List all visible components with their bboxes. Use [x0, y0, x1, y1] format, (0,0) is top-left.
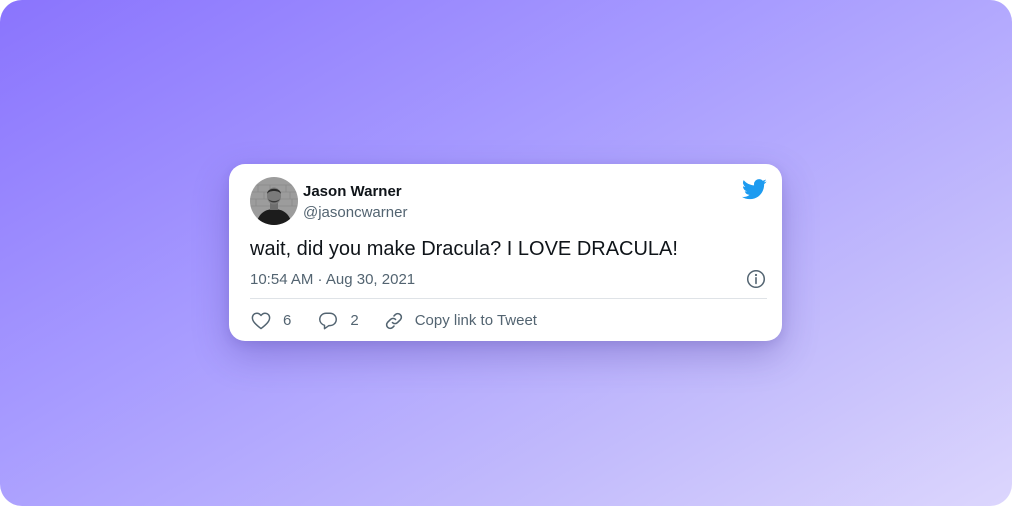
- divider: [250, 298, 767, 299]
- like-count: 6: [283, 312, 292, 329]
- twitter-bird-icon[interactable]: [742, 179, 767, 200]
- tweet-actions: 6 2 Copy link to Tweet: [250, 310, 537, 332]
- tweet-card[interactable]: Jason Warner @jasoncwarner wait, did you…: [229, 164, 782, 341]
- reply-count: 2: [350, 312, 359, 329]
- author-handle[interactable]: @jasoncwarner: [303, 204, 407, 222]
- link-icon: [385, 312, 402, 330]
- copy-link-button[interactable]: Copy link to Tweet: [383, 310, 537, 332]
- avatar-photo: [250, 177, 298, 225]
- copy-link-label: Copy link to Tweet: [414, 312, 537, 329]
- speech-bubble-icon: [319, 312, 338, 330]
- avatar[interactable]: [250, 177, 298, 225]
- background-canvas: Jason Warner @jasoncwarner wait, did you…: [0, 0, 1012, 506]
- tweet-timestamp[interactable]: 10:54 AM · Aug 30, 2021: [250, 271, 415, 289]
- reply-button[interactable]: 2: [317, 310, 359, 332]
- tweet-text: wait, did you make Dracula? I LOVE DRACU…: [250, 238, 678, 260]
- author-name[interactable]: Jason Warner: [303, 183, 402, 201]
- like-button[interactable]: 6: [250, 310, 291, 332]
- info-icon[interactable]: [746, 269, 766, 289]
- heart-icon: [251, 312, 271, 330]
